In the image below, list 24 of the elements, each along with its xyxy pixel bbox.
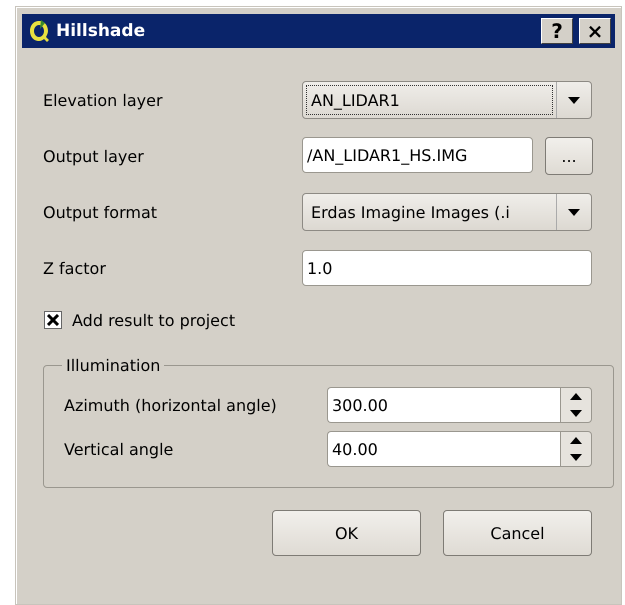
null[interactable]: OK [272,510,421,556]
field-label: Output format [43,202,158,222]
path-field[interactable]: /AN_LIDAR1_HS.IMG [302,137,533,173]
dropdown[interactable]: Erdas Imagine Images (.i [302,193,592,231]
field-label: Z factor [43,258,107,278]
number-field[interactable]: 300.00 [327,387,560,423]
input-field[interactable]: 1.0 [302,250,592,286]
field-label: Azimuth (horizontal angle) [64,396,278,414]
field-label: Elevation layer [43,90,164,110]
window-title: Hillshade [56,21,146,41]
field-label: Vertical angle [64,440,174,458]
checkbox[interactable] [44,311,62,329]
checkbox-label: Add result to project [72,310,236,330]
dropdown-arrow-icon [568,208,580,216]
number-field[interactable]: 40.00 [327,431,560,467]
app-logo-icon [28,19,50,43]
dropdown[interactable]: AN_LIDAR1 [302,81,592,119]
null[interactable]: Cancel [443,510,592,556]
browse-button[interactable]: ... [545,137,593,175]
field-label: Output layer [43,146,145,166]
help-button[interactable]: ? [541,18,573,44]
close-button[interactable]: × [579,18,611,44]
group-title: Illumination [65,356,162,375]
dropdown-arrow-icon [568,96,580,104]
